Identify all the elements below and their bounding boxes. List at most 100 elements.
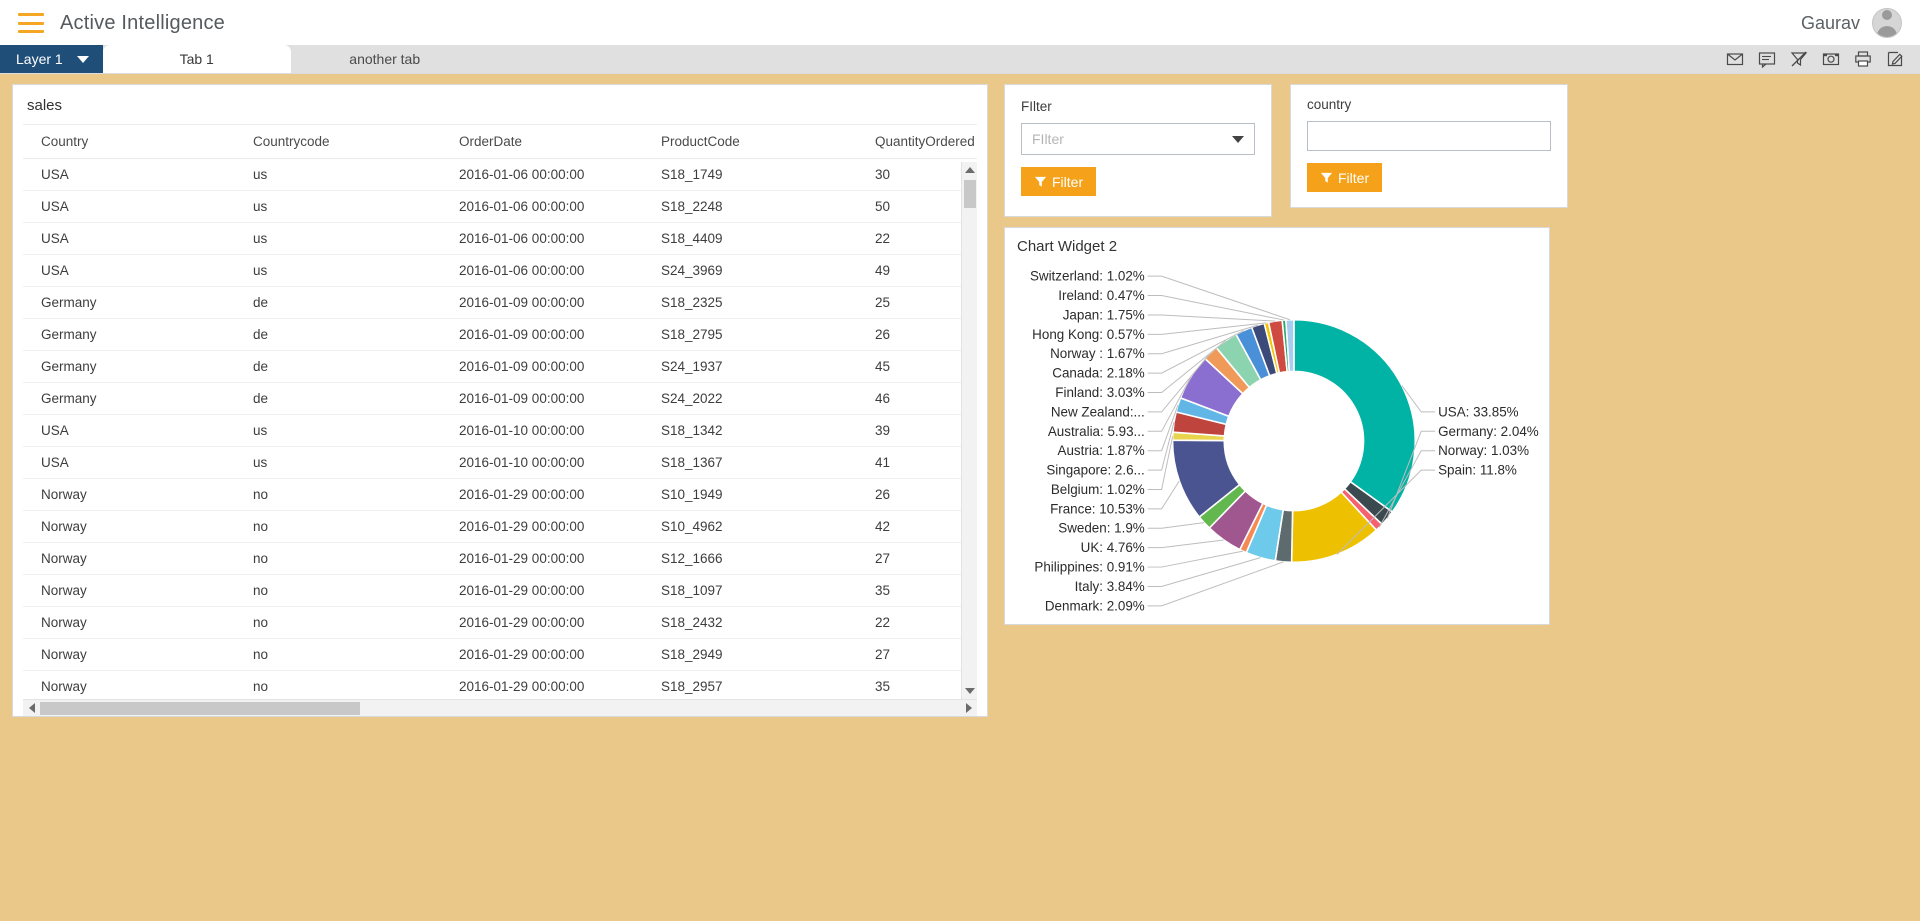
filter-apply-label: Filter	[1052, 173, 1084, 190]
table-cell: S18_1342	[643, 414, 857, 447]
table-cell: de	[235, 382, 441, 415]
table-row[interactable]: Norway no 2016-01-29 00:00:00 S18_2432 22	[23, 606, 977, 639]
layer-selector[interactable]: Layer 1	[0, 45, 103, 73]
table-row[interactable]: USA us 2016-01-10 00:00:00 S18_1367 41	[23, 446, 977, 479]
chart-widget-2: Chart Widget 2 Switzerland: 1.02% Ireland…	[1004, 227, 1550, 625]
table-cell: us	[235, 190, 441, 223]
edit-icon[interactable]	[1886, 50, 1904, 68]
table-row[interactable]: Germany de 2016-01-09 00:00:00 S18_2325 25	[23, 286, 977, 319]
table-cell: Norway	[23, 478, 235, 511]
table-row[interactable]: Germany de 2016-01-09 00:00:00 S24_1937 45	[23, 350, 977, 383]
table-row[interactable]: Germany de 2016-01-09 00:00:00 S18_2795 26	[23, 318, 977, 351]
table-cell: 39	[857, 414, 977, 447]
scroll-down-button[interactable]	[961, 683, 977, 699]
chevron-down-icon	[76, 55, 89, 63]
pie-leader-line	[1147, 314, 1276, 322]
filter-apply-button[interactable]: Filter	[1021, 167, 1097, 196]
table-row[interactable]: USA us 2016-01-10 00:00:00 S18_1342 39	[23, 414, 977, 447]
avatar[interactable]	[1872, 8, 1902, 38]
chevron-down-icon	[1232, 135, 1244, 143]
filter-select[interactable]: FIlter	[1021, 123, 1255, 155]
table-column-header[interactable]: Countrycode	[235, 125, 441, 159]
comment-icon[interactable]	[1758, 50, 1776, 68]
scroll-up-button[interactable]	[961, 162, 977, 178]
table-column-header[interactable]: Country	[23, 125, 235, 159]
table-row[interactable]: USA us 2016-01-06 00:00:00 S18_1749 30	[23, 158, 977, 191]
tab-another-tab[interactable]: another tab	[290, 45, 479, 73]
table-cell: 30	[857, 158, 977, 191]
clear-filter-icon[interactable]	[1790, 50, 1808, 68]
country-filter-button[interactable]: Filter	[1307, 163, 1383, 192]
filter-label: FIlter	[1021, 99, 1052, 114]
donut-chart-svg: Switzerland: 1.02% Ireland: 0.47% Japan: 1…	[1030, 269, 1539, 614]
table-cell: 22	[857, 606, 977, 639]
table-cell: 41	[857, 446, 977, 479]
print-icon[interactable]	[1854, 50, 1872, 68]
pie-slice-label: Hong Kong: 0.57%	[1032, 327, 1145, 342]
table-cell: no	[235, 574, 441, 607]
horizontal-scrollbar[interactable]	[23, 699, 977, 716]
table-row[interactable]: Norway no 2016-01-29 00:00:00 S10_1949 26	[23, 478, 977, 511]
table-cell: S18_1749	[643, 158, 857, 191]
vertical-scroll-thumb[interactable]	[963, 180, 976, 208]
table-cell: USA	[23, 222, 235, 255]
table-cell: 35	[857, 574, 977, 607]
table-cell: 2016-01-29 00:00:00	[441, 574, 643, 607]
filter-icon	[1034, 176, 1047, 187]
table-row[interactable]: Norway no 2016-01-29 00:00:00 S10_4962 42	[23, 510, 977, 543]
table-cell: USA	[23, 254, 235, 287]
table-cell: 42	[857, 510, 977, 543]
table-cell: 2016-01-09 00:00:00	[441, 382, 643, 415]
pie-leader-line	[1147, 522, 1205, 529]
table-cell: S24_2022	[643, 382, 857, 415]
table-cell: 2016-01-29 00:00:00	[441, 670, 643, 699]
pie-leader-line	[1147, 480, 1180, 510]
table-cell: 2016-01-09 00:00:00	[441, 318, 643, 351]
table-cell: no	[235, 510, 441, 543]
table-row[interactable]: Germany de 2016-01-09 00:00:00 S24_2022 46	[23, 382, 977, 415]
table-cell: 26	[857, 318, 977, 351]
table-cell: us	[235, 222, 441, 255]
pie-slice-label: UK: 4.76%	[1081, 540, 1145, 555]
table-cell: S18_4409	[643, 222, 857, 255]
table-cell: 45	[857, 350, 977, 383]
mail-icon[interactable]	[1726, 50, 1744, 68]
table-row[interactable]: USA us 2016-01-06 00:00:00 S24_3969 49	[23, 254, 977, 287]
table-cell: Germany	[23, 318, 235, 351]
table-cell: USA	[23, 414, 235, 447]
table-cell: 2016-01-10 00:00:00	[441, 414, 643, 447]
table-row[interactable]: USA us 2016-01-06 00:00:00 S18_2248 50	[23, 190, 977, 223]
table-row[interactable]: Norway no 2016-01-29 00:00:00 S18_2949 27	[23, 638, 977, 671]
table-cell: Norway	[23, 606, 235, 639]
snapshot-icon[interactable]	[1822, 50, 1840, 68]
dashboard-canvas: sales Country Countrycode OrderDate Product…	[0, 74, 1920, 921]
table-row[interactable]: Norway no 2016-01-29 00:00:00 S18_2957 35	[23, 670, 977, 699]
table-row[interactable]: Norway no 2016-01-29 00:00:00 S18_1097 35	[23, 574, 977, 607]
table-cell: 26	[857, 478, 977, 511]
table-row[interactable]: USA us 2016-01-06 00:00:00 S18_4409 22	[23, 222, 977, 255]
country-input[interactable]	[1307, 121, 1551, 151]
table-cell: 2016-01-29 00:00:00	[441, 478, 643, 511]
table-row[interactable]: Norway no 2016-01-29 00:00:00 S12_1666 27	[23, 542, 977, 575]
pie-slice[interactable]	[1293, 318, 1416, 514]
table-cell: S18_2248	[643, 190, 857, 223]
hamburger-icon[interactable]	[18, 13, 44, 33]
tab-tab-1[interactable]: Tab 1	[102, 45, 291, 73]
scroll-left-button[interactable]	[23, 700, 40, 717]
table-cell: 46	[857, 382, 977, 415]
table-cell: 2016-01-29 00:00:00	[441, 542, 643, 575]
pie-slice-label: Italy: 3.84%	[1075, 579, 1145, 594]
pie-leader-line	[1147, 275, 1291, 321]
scroll-right-button[interactable]	[960, 700, 977, 717]
filter-icon	[1320, 172, 1333, 183]
table-header-row: Country Countrycode OrderDate ProductCode Qu…	[23, 125, 977, 159]
vertical-scrollbar[interactable]	[961, 162, 977, 699]
table-column-header[interactable]: OrderDate	[441, 125, 643, 159]
table-column-header[interactable]: QuantityOrdered	[857, 125, 977, 159]
table-column-header[interactable]: ProductCode	[643, 125, 857, 159]
country-filter-label: Filter	[1338, 169, 1370, 186]
right-column: FIlter FIlter Filter country Filter Char…	[1004, 84, 1908, 921]
pie-slice-label: Japan: 1.75%	[1063, 307, 1145, 322]
table-cell: S18_2795	[643, 318, 857, 351]
horizontal-scroll-thumb[interactable]	[40, 701, 360, 715]
